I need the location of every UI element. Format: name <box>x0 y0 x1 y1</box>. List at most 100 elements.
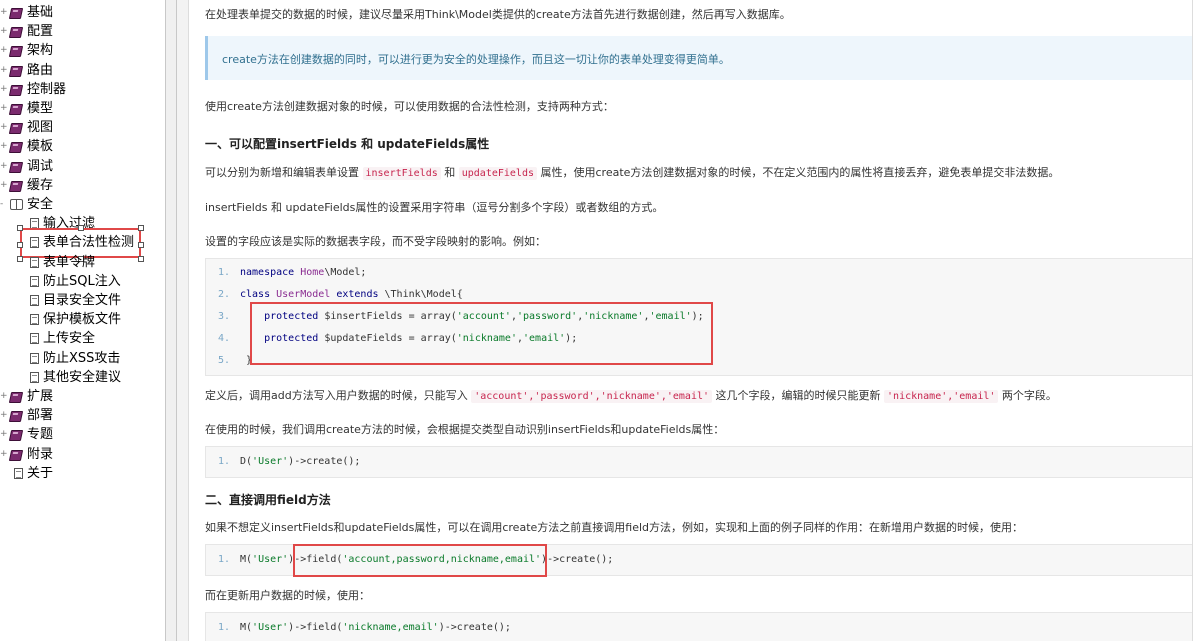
page-icon <box>30 333 39 345</box>
expander-icon[interactable]: - <box>0 195 8 214</box>
inline-code-insertfields: insertFields <box>362 167 441 180</box>
sidebar-item[interactable]: + 基础 <box>0 3 165 22</box>
heading-1: 一、可以配置insertFields 和 updateFields属性 <box>205 137 490 151</box>
paragraph-5: 定义后，调用add方法写入用户数据的时候，只能写入 'account','pas… <box>205 387 1057 403</box>
sidebar-item-label: 专题 <box>27 427 54 443</box>
sidebar-item[interactable]: + 专题 <box>0 425 165 444</box>
sidebar-item[interactable]: + 模型 <box>0 99 165 118</box>
book-icon <box>10 410 21 421</box>
code-block-2: 1. D('User')->create(); <box>205 446 1193 478</box>
sidebar-item[interactable]: + 附录 <box>0 445 165 464</box>
sidebar-item[interactable]: + 架构 <box>0 41 165 60</box>
expander-icon[interactable]: + <box>0 22 8 41</box>
sidebar-item[interactable]: 防止XSS攻击 <box>0 349 165 368</box>
sidebar-item-label: 扩展 <box>27 389 54 404</box>
expander-icon[interactable]: + <box>0 137 8 156</box>
page-icon <box>30 295 39 306</box>
content-pane: 在处理表单提交的数据的时候，建议尽量采用Think\Model类提供的creat… <box>190 0 1193 641</box>
page-icon <box>30 352 39 364</box>
intro-text: 在处理表单提交的数据的时候，建议尽量采用Think\Model类提供的creat… <box>205 8 791 21</box>
inline-code-updatefields: updateFields <box>458 167 537 180</box>
line-number: 4. <box>218 333 231 344</box>
expander-icon[interactable]: + <box>0 387 8 406</box>
p2-text-b: 和 <box>444 166 456 179</box>
pane-splitter[interactable] <box>165 0 177 641</box>
book-icon <box>10 103 21 114</box>
line-number: 2. <box>218 289 231 300</box>
sidebar-item[interactable]: 关于 <box>0 464 165 483</box>
book-icon <box>10 161 21 172</box>
paragraph-7: 如果不想定义insertFields和updateFields属性，可以在调用c… <box>205 521 1024 534</box>
paragraph-3: insertFields 和 updateFields属性的设置采用字符串（逗号… <box>205 201 664 214</box>
sidebar-item-label: 附录 <box>27 446 54 462</box>
resize-handle <box>138 242 144 249</box>
sidebar-item-label: 调试 <box>27 158 54 174</box>
book-icon <box>10 65 21 76</box>
sidebar-item[interactable]: 其他安全建议 <box>0 368 165 387</box>
line-number: 1. <box>218 267 231 278</box>
expander-icon[interactable]: + <box>0 3 8 22</box>
sidebar-item-label: 配置 <box>27 24 54 40</box>
expander-icon[interactable]: + <box>0 406 8 425</box>
sidebar-item-label: 其他安全建议 <box>43 369 122 385</box>
open-book-icon <box>10 199 23 210</box>
content-left-gutter <box>177 0 189 641</box>
highlight-box-fields <box>250 302 713 365</box>
sidebar-item-label: 基础 <box>27 5 54 20</box>
expander-icon[interactable]: + <box>0 176 8 195</box>
sidebar-item-label: 缓存 <box>27 177 54 193</box>
sidebar-item[interactable]: - 安全 <box>0 195 165 214</box>
expander-icon[interactable]: + <box>0 118 8 137</box>
sidebar-item[interactable]: + 缓存 <box>0 176 165 195</box>
expander-icon[interactable]: + <box>0 425 8 444</box>
sidebar-item-label: 路由 <box>27 62 54 78</box>
sidebar-item[interactable]: 保护模板文件 <box>0 310 165 329</box>
expander-icon[interactable]: + <box>0 61 8 80</box>
page-icon <box>14 467 23 479</box>
sidebar-item-label: 视图 <box>27 120 54 136</box>
inline-code-update-list: 'nickname','email' <box>884 390 999 403</box>
book-icon <box>10 449 21 460</box>
line-number: 1. <box>218 456 231 467</box>
sidebar-item-label: 模型 <box>27 101 54 116</box>
expander-icon[interactable]: + <box>0 157 8 176</box>
p2-text-c: 属性，使用create方法创建数据对象的时候，不在定义范围内的属性将直接丢弃，避… <box>540 166 1060 179</box>
sidebar-item[interactable]: + 路由 <box>0 61 165 80</box>
sidebar-item[interactable]: 防止SQL注入 <box>0 272 165 291</box>
resize-handle <box>138 225 144 232</box>
heading-2: 二、直接调用field方法 <box>205 493 331 507</box>
highlight-box-field-call <box>293 544 547 577</box>
book-icon <box>10 141 21 152</box>
sidebar-item-label: 防止SQL注入 <box>43 273 121 289</box>
sidebar-item[interactable]: + 调试 <box>0 157 165 176</box>
sidebar-item-label: 部署 <box>27 408 54 424</box>
paragraph-8: 而在更新用户数据的时候，使用： <box>205 589 370 602</box>
expander-icon[interactable]: + <box>0 445 8 464</box>
paragraph-1: 使用create方法创建数据对象的时候，可以使用数据的合法性检测，支持两种方式： <box>205 100 614 113</box>
book-icon <box>10 45 21 56</box>
sidebar-item[interactable]: + 视图 <box>0 118 165 137</box>
line-number: 1. <box>218 622 231 633</box>
expander-icon[interactable]: + <box>0 41 8 60</box>
note-text: create方法在创建数据的同时，可以进行更为安全的处理操作，而且这一切让你的表… <box>222 53 730 66</box>
page-icon <box>30 314 39 326</box>
code-text: D('User')->create(); <box>240 456 361 467</box>
sidebar-item[interactable]: 上传安全 <box>0 329 165 348</box>
sidebar-item[interactable]: + 扩展 <box>0 387 165 406</box>
sidebar-item[interactable]: + 控制器 <box>0 80 165 99</box>
p5-text-a: 定义后，调用add方法写入用户数据的时候，只能写入 <box>205 389 468 402</box>
sidebar-tree: + 基础 + 配置 + 架构 + 路由 + 控制器 + 模型 + 视图 + 模板 + 调试 + 缓存 - 安全 输入过滤 表单… <box>0 0 165 641</box>
book-icon <box>10 26 21 37</box>
sidebar-item-label: 表单令牌 <box>43 254 96 270</box>
sidebar-item[interactable]: + 模板 <box>0 137 165 156</box>
sidebar-item[interactable]: + 配置 <box>0 22 165 41</box>
paragraph-2: 可以分别为新增和编辑表单设置 insertFields 和 updateFiel… <box>205 164 1059 180</box>
resize-handle <box>78 225 84 232</box>
sidebar-item-label: 关于 <box>27 465 54 481</box>
sidebar-item[interactable]: + 部署 <box>0 406 165 425</box>
expander-icon[interactable]: + <box>0 80 8 99</box>
expander-icon[interactable]: + <box>0 99 8 118</box>
sidebar-item[interactable]: 目录安全文件 <box>0 291 165 310</box>
p2-text-a: 可以分别为新增和编辑表单设置 <box>205 166 359 179</box>
sidebar-item[interactable]: 表单令牌 <box>0 253 165 272</box>
